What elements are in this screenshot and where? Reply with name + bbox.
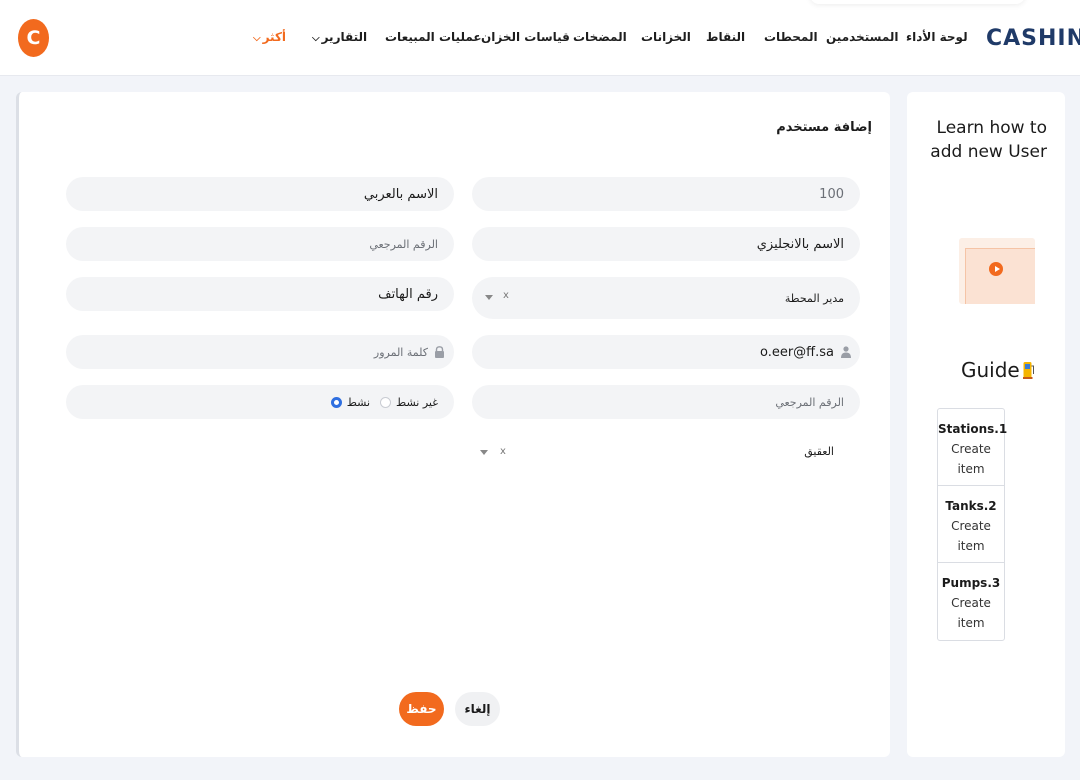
top-header: CASHIN لوحة الأداء المستخدمين المحطات ال… bbox=[0, 0, 1080, 76]
user-icon bbox=[841, 346, 851, 358]
tutorial-video-thumbnail[interactable] bbox=[959, 238, 1035, 304]
step-action: Create bbox=[951, 596, 991, 610]
arabic-name-value: الاسم بالعربي bbox=[363, 186, 438, 202]
nav-stations[interactable]: المحطات bbox=[764, 30, 818, 44]
user-avatar[interactable]: C bbox=[18, 19, 49, 57]
save-button[interactable]: حفظ bbox=[399, 692, 444, 726]
nav-sales-operations[interactable]: عمليات المبيعات bbox=[385, 30, 482, 44]
nav-users[interactable]: المستخدمين bbox=[826, 30, 898, 44]
nav-pumps[interactable]: المضخات bbox=[573, 30, 627, 44]
chevron-down-icon: ⌵ bbox=[253, 33, 261, 44]
reference-number-placeholder: الرقم المرجعي bbox=[369, 237, 438, 251]
radio-inactive[interactable]: غير نشط bbox=[380, 396, 438, 409]
password-placeholder: كلمة المرور bbox=[373, 345, 428, 359]
nav-tank-measurements[interactable]: قياسات الخزان bbox=[481, 30, 570, 44]
avatar-letter: C bbox=[26, 27, 41, 49]
step-title: Stations.1 bbox=[938, 422, 1008, 436]
guide-heading: Guide bbox=[961, 358, 1035, 382]
phone-field[interactable]: رقم الهاتف bbox=[66, 277, 454, 311]
lock-icon bbox=[435, 346, 444, 358]
step-object: item bbox=[957, 462, 985, 476]
nav-reports-label: التقارير bbox=[321, 30, 368, 44]
reference-number-2-placeholder: الرقم المرجعي bbox=[775, 395, 844, 409]
nav-more-label: أكثر bbox=[262, 30, 287, 44]
radio-active-circle[interactable] bbox=[330, 396, 342, 408]
cancel-button[interactable]: إلغاء bbox=[455, 692, 500, 726]
english-name-field[interactable]: الاسم بالانجليزي bbox=[472, 227, 860, 261]
number-value: 100 bbox=[819, 186, 844, 202]
radio-active[interactable]: نشط bbox=[330, 395, 371, 409]
reference-number-2-field[interactable]: الرقم المرجعي bbox=[472, 385, 860, 419]
dropdown-arrow-icon[interactable] bbox=[480, 450, 488, 455]
step-object: item bbox=[957, 616, 985, 630]
video-frame bbox=[965, 248, 1035, 304]
step-title: Pumps.3 bbox=[941, 576, 1001, 590]
clear-icon[interactable]: x bbox=[500, 446, 506, 457]
fuel-pump-icon bbox=[1022, 362, 1034, 379]
email-field[interactable]: o.eer@ff.sa bbox=[472, 335, 860, 369]
station-select[interactable]: العقيق x bbox=[472, 442, 860, 462]
phone-value: رقم الهاتف bbox=[378, 286, 438, 302]
play-icon[interactable] bbox=[989, 262, 1003, 276]
step-title: Tanks.2 bbox=[945, 499, 997, 513]
guide-steps-list: Stations.1 Create item Tanks.2 Create it… bbox=[937, 408, 1008, 641]
top-search-pill[interactable] bbox=[810, 0, 1025, 4]
nav-points[interactable]: النقاط bbox=[706, 30, 745, 44]
number-field[interactable]: 100 bbox=[472, 177, 860, 211]
help-title: Learn how to add new User bbox=[930, 118, 1047, 162]
radio-inactive-label: غير نشط bbox=[396, 395, 438, 409]
email-value: o.eer@ff.sa bbox=[759, 344, 834, 360]
status-radio-group: غير نشط نشط bbox=[66, 385, 454, 419]
help-side-panel: Learn how to add new User Guide Stations… bbox=[907, 92, 1065, 757]
reference-number-field[interactable]: الرقم المرجعي bbox=[66, 227, 454, 261]
chevron-down-icon: ⌵ bbox=[312, 33, 320, 44]
step-action: Create bbox=[951, 442, 991, 456]
add-user-form-card: إضافة مستخدم 100 الاسم بالعربي الاسم بال… bbox=[16, 92, 890, 757]
arabic-name-field[interactable]: الاسم بالعربي bbox=[66, 177, 454, 211]
guide-step[interactable]: Tanks.2 Create item bbox=[938, 486, 1004, 563]
nav-tanks[interactable]: الخزانات bbox=[641, 30, 691, 44]
english-name-value: الاسم بالانجليزي bbox=[756, 236, 844, 252]
guide-step[interactable]: Pumps.3 Create item bbox=[938, 563, 1004, 640]
step-object: item bbox=[957, 539, 985, 553]
radio-active-label: نشط bbox=[346, 395, 371, 409]
role-value: مدير المحطة bbox=[784, 291, 844, 305]
radio-inactive-circle[interactable] bbox=[380, 396, 392, 408]
station-value: العقيق bbox=[804, 445, 834, 458]
clear-icon[interactable]: x bbox=[503, 290, 509, 301]
guide-label: Guide bbox=[961, 358, 1020, 382]
role-select[interactable]: مدير المحطة x bbox=[472, 277, 860, 319]
password-field[interactable]: كلمة المرور bbox=[66, 335, 454, 369]
app-logo[interactable]: CASHIN bbox=[986, 26, 1080, 51]
dropdown-arrow-icon[interactable] bbox=[485, 295, 493, 300]
nav-more[interactable]: ⌵ أكثر bbox=[253, 30, 286, 44]
step-action: Create bbox=[951, 519, 991, 533]
page-title: إضافة مستخدم bbox=[776, 120, 872, 135]
nav-reports[interactable]: ⌵ التقارير bbox=[312, 30, 367, 44]
guide-step[interactable]: Stations.1 Create item bbox=[938, 409, 1008, 486]
nav-dashboard[interactable]: لوحة الأداء bbox=[906, 30, 968, 44]
